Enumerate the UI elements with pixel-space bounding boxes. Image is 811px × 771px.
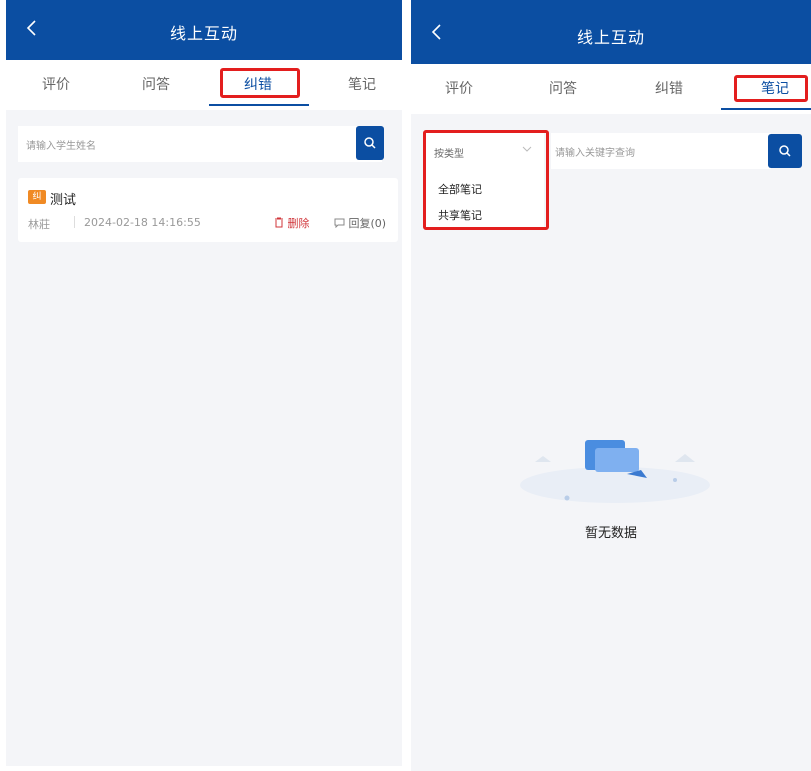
reply-label: 回复(0) — [348, 217, 387, 230]
author-name: 林莊 — [28, 218, 50, 231]
highlight-box — [734, 75, 808, 102]
right-screen: 线上互动 评价 问答 纠错 笔记 请输入关键字查询 按类型 全部笔记 共享笔记 — [411, 0, 811, 771]
card-title: 测试 — [50, 193, 77, 208]
trash-icon — [275, 217, 283, 228]
search-field[interactable]: 请输入学生姓名 — [18, 126, 382, 162]
page-title: 线上互动 — [169, 24, 238, 43]
search-button[interactable] — [356, 126, 384, 160]
tab-correction[interactable]: 纠错 — [639, 78, 699, 98]
meta-divider — [74, 216, 75, 228]
empty-folder-icon — [520, 440, 710, 503]
tab-bar: 评价 问答 纠错 笔记 — [6, 60, 402, 110]
empty-state-text: 暂无数据 — [584, 526, 637, 541]
highlight-box — [220, 68, 300, 98]
search-icon — [364, 137, 376, 149]
app-header: 线上互动 — [6, 0, 402, 60]
search-field[interactable]: 请输入关键字查询 — [551, 133, 771, 169]
delete-button[interactable]: 删除 — [274, 215, 310, 231]
highlight-box — [423, 130, 549, 230]
search-button[interactable] — [768, 134, 802, 168]
timestamp: 2024-02-18 14:16:55 — [84, 216, 201, 229]
reply-button[interactable]: 回复(0) — [334, 215, 386, 231]
app-header: 线上互动 — [411, 0, 811, 64]
tab-qa[interactable]: 问答 — [126, 74, 186, 94]
tab-evaluation[interactable]: 评价 — [26, 74, 86, 94]
search-input[interactable]: 请输入关键字查询 — [555, 144, 635, 159]
tab-evaluation[interactable]: 评价 — [429, 78, 489, 98]
left-screen: 线上互动 评价 问答 纠错 笔记 请输入学生姓名 纠 测试 林莊 2024-02… — [6, 0, 402, 766]
correction-tag: 纠 — [28, 190, 46, 204]
search-icon — [779, 145, 791, 157]
comment-icon — [334, 218, 345, 229]
tab-active-indicator — [209, 104, 309, 106]
correction-card[interactable]: 纠 测试 林莊 2024-02-18 14:16:55 删除 回复(0) — [18, 178, 398, 242]
tab-qa[interactable]: 问答 — [533, 78, 593, 98]
tab-notes[interactable]: 笔记 — [332, 74, 392, 94]
page-title: 线上互动 — [576, 28, 645, 47]
delete-label: 删除 — [287, 217, 310, 230]
tab-active-indicator — [721, 108, 811, 110]
search-input[interactable]: 请输入学生姓名 — [26, 137, 96, 152]
